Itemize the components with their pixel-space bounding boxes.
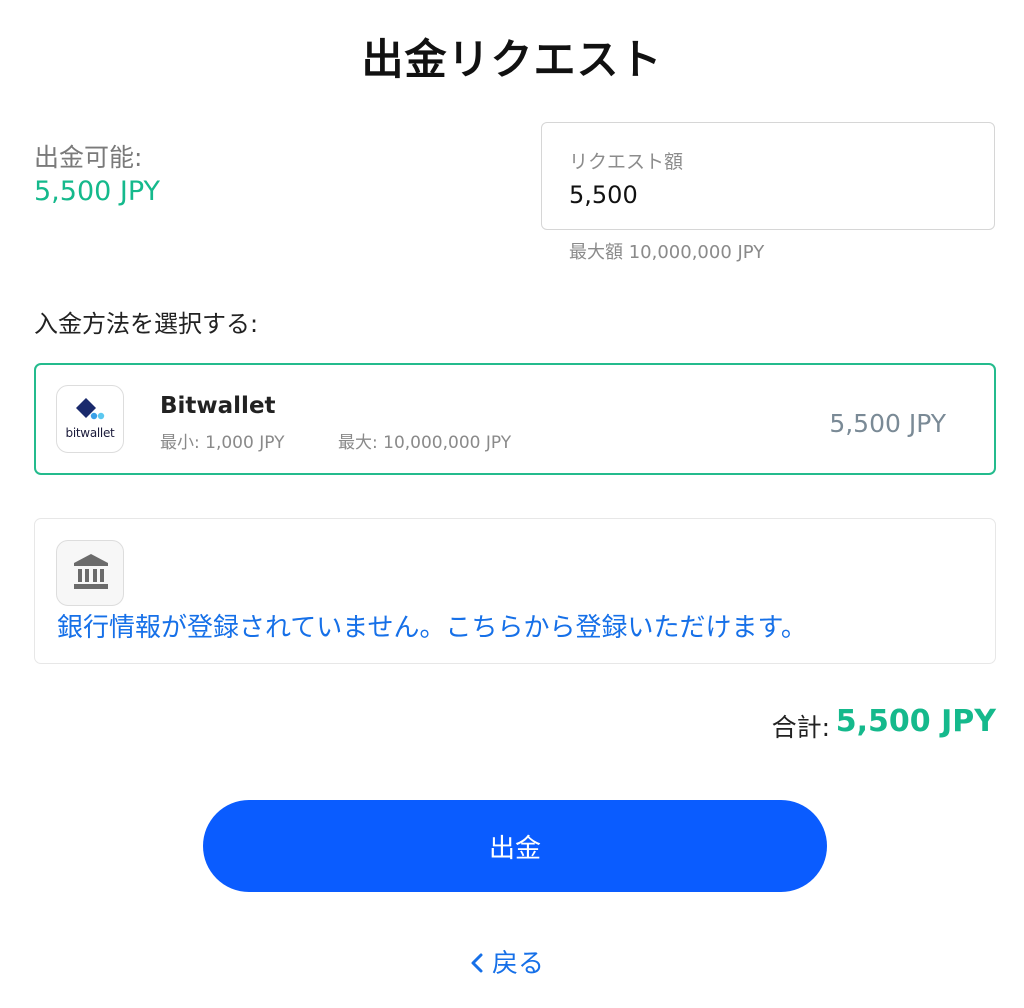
register-bank-link[interactable]: 銀行情報が登録されていません。こちらから登録いただけます。 xyxy=(57,607,807,644)
withdraw-submit-button[interactable]: 出金 xyxy=(203,800,827,892)
chevron-left-icon xyxy=(471,953,483,972)
page-title: 出金リクエスト xyxy=(361,35,663,84)
payment-method-bitwallet[interactable]: bitwallet Bitwallet 最小: 1,000 JPY 最大: 10… xyxy=(34,363,996,475)
method-max-limit: 最大: 10,000,000 JPY xyxy=(338,433,512,453)
back-label: 戻る xyxy=(492,949,545,979)
available-balance-value: 5,500 JPY xyxy=(34,176,161,207)
method-min-limit: 最小: 1,000 JPY xyxy=(160,433,285,453)
payment-method-bank: 銀行情報が登録されていません。こちらから登録いただけます。 xyxy=(34,518,996,664)
method-name: Bitwallet xyxy=(160,393,276,419)
payment-method-heading: 入金方法を選択する: xyxy=(34,310,259,338)
request-amount-field[interactable]: リクエスト額 xyxy=(541,122,995,230)
back-link[interactable]: 戻る xyxy=(470,943,544,980)
bitwallet-logo-icon xyxy=(76,398,105,420)
request-amount-input[interactable] xyxy=(569,181,949,209)
method-amount: 5,500 JPY xyxy=(829,409,946,438)
bank-icon-tile xyxy=(56,540,124,606)
bank-icon xyxy=(74,554,108,589)
available-balance-label: 出金可能: xyxy=(34,143,143,172)
bitwallet-logo-text: bitwallet xyxy=(65,426,115,440)
total-label: 合計: xyxy=(771,713,830,742)
request-amount-label: リクエスト額 xyxy=(569,151,684,173)
bitwallet-logo: bitwallet xyxy=(56,385,124,453)
total-value: 5,500 JPY xyxy=(835,704,996,739)
max-amount-note: 最大額 10,000,000 JPY xyxy=(569,242,765,263)
